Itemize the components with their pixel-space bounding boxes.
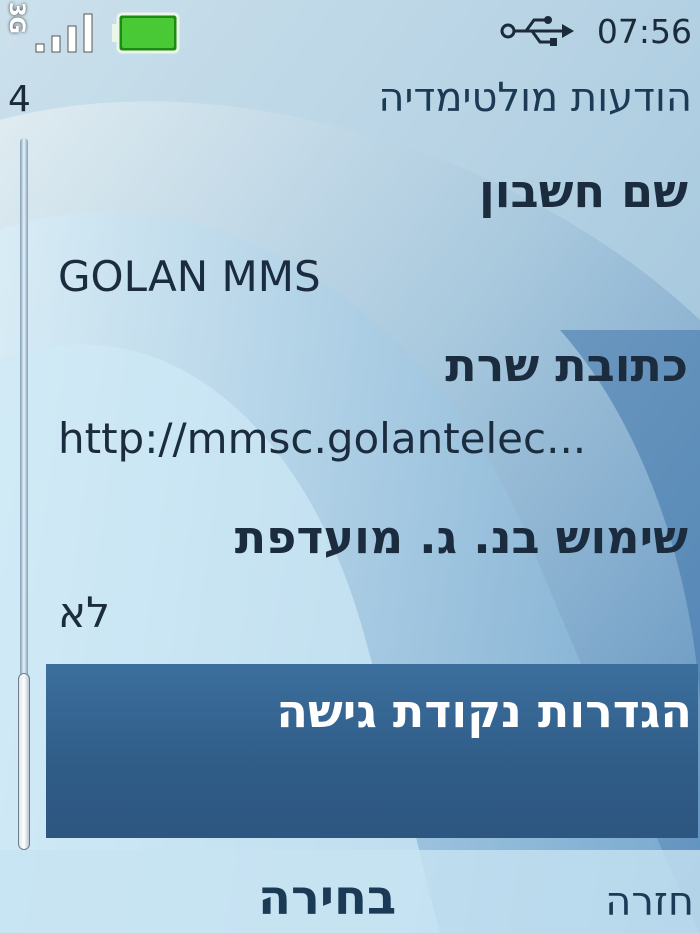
list-item-label: הגדרות נקודת גישה <box>276 684 692 738</box>
list-item-label: כתובת שרת <box>445 338 688 392</box>
battery-icon <box>112 12 180 54</box>
back-softkey[interactable]: חזרה <box>605 876 694 928</box>
scrollbar-thumb[interactable] <box>18 673 30 850</box>
list-item-preferred-access-point[interactable]: שימוש בנ. ג. מועדפת לא <box>46 508 694 658</box>
list-item-label: שימוש בנ. ג. מועדפת <box>234 510 688 564</box>
signal-strength-icon <box>35 13 93 53</box>
list-item-value: GOLAN MMS <box>58 252 321 301</box>
page-title: הודעות מולטימדיה <box>378 75 692 121</box>
clock: 07:56 <box>596 12 692 51</box>
network-type-label: 3G <box>5 2 29 34</box>
page-number: 4 <box>8 79 31 120</box>
softkey-bar: בחירה חזרה <box>0 858 700 933</box>
network-type-indicator: 3G <box>5 2 29 38</box>
list-item-value: http://mmsc.golantelec... <box>58 414 587 463</box>
scrollbar[interactable] <box>16 138 32 850</box>
status-bar: 3G 07:56 <box>0 0 700 70</box>
list-item-access-point-settings[interactable]: הגדרות נקודת גישה <box>46 664 698 838</box>
list-item-value: לא <box>58 588 110 637</box>
list-item-label: שם חשבון <box>478 164 688 218</box>
select-softkey[interactable]: בחירה <box>258 868 396 928</box>
list-item-account-name[interactable]: שם חשבון GOLAN MMS <box>46 162 694 312</box>
list-item-server-address[interactable]: כתובת שרת http://mmsc.golantelec... <box>46 336 694 486</box>
usb-icon <box>500 16 574 46</box>
